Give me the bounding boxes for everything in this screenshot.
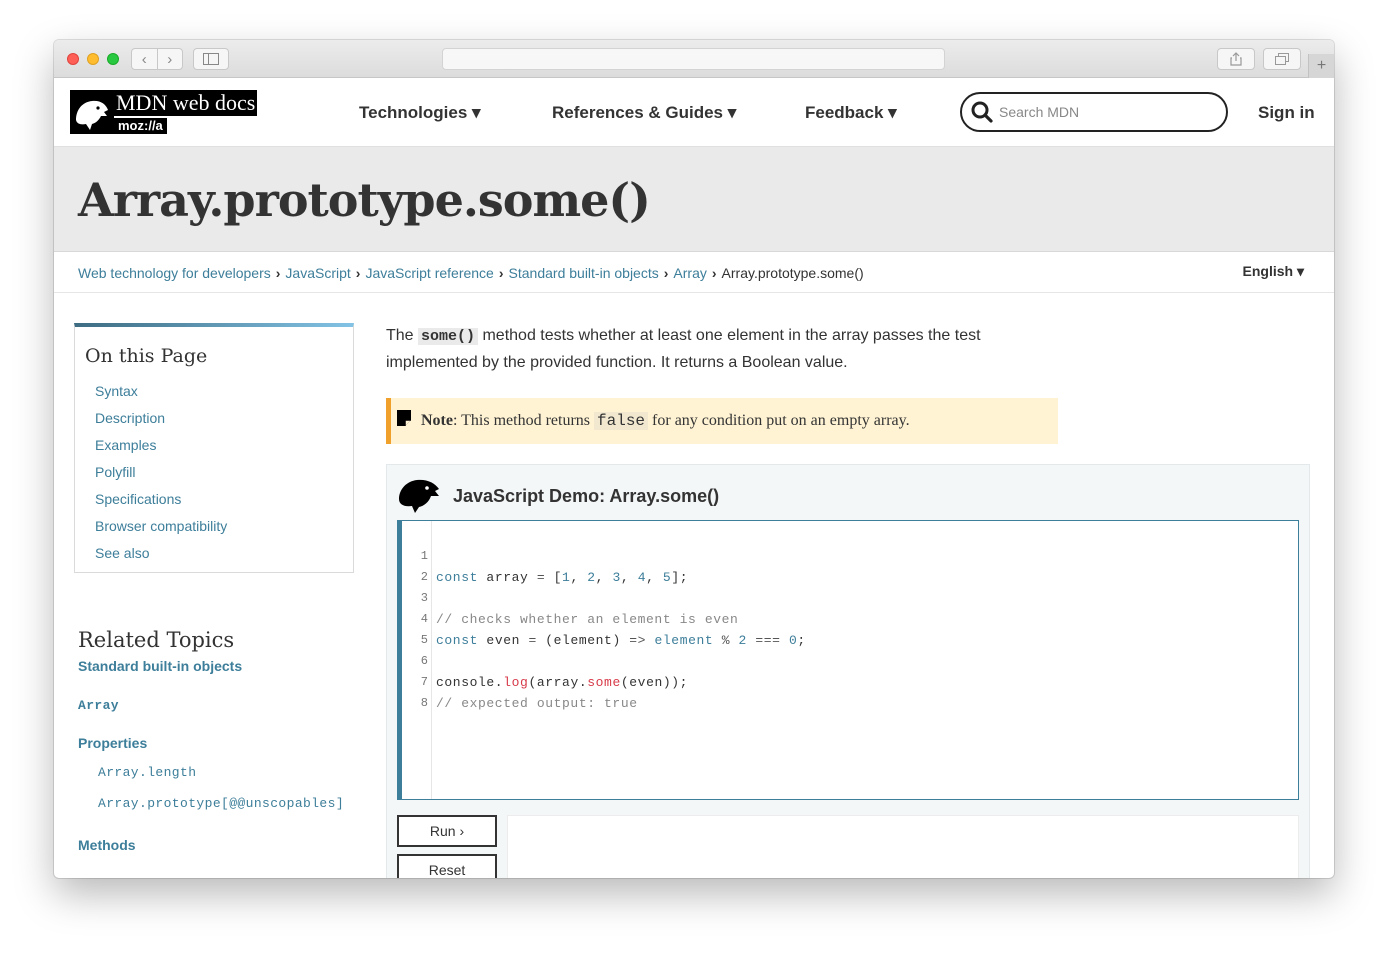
code-line: 4 const even = (element) => element % 2 … (402, 588, 1292, 648)
related-properties-toggle[interactable]: Properties (78, 735, 368, 751)
toc-item-syntax[interactable]: Syntax (95, 383, 138, 399)
code-line: 1 const array = [1, 2, 3, 4, 5]; (402, 525, 1292, 585)
breadcrumb-separator: › (355, 265, 361, 281)
breadcrumb-separator: › (275, 265, 281, 281)
demo-title: JavaScript Demo: Array.some() (453, 486, 720, 506)
note-body: : This method returns (452, 412, 595, 429)
minimize-window-button[interactable] (87, 53, 99, 65)
logo-title: MDN web docs (114, 90, 258, 116)
toc-list: Syntax Description Examples Polyfill Spe… (95, 383, 227, 572)
breadcrumb-array[interactable]: Array (673, 265, 706, 281)
code-editor[interactable]: 1 const array = [1, 2, 3, 4, 5]; 2 3 // … (397, 520, 1299, 800)
toc-item-description[interactable]: Description (95, 410, 165, 426)
breadcrumb-web-technology[interactable]: Web technology for developers (78, 265, 271, 281)
on-this-page-box: On this Page Syntax Description Examples… (74, 323, 354, 573)
site-header: MDN web docs moz://a Technologies ▾ Refe… (54, 78, 1334, 147)
related-topics-heading: Related Topics (78, 628, 235, 652)
breadcrumb-standard-objects[interactable]: Standard built-in objects (509, 265, 659, 281)
line-number: 8 (420, 696, 428, 710)
share-button[interactable] (1217, 48, 1255, 70)
sidebar-toggle-button[interactable] (193, 48, 229, 70)
related-topics: Related Topics Standard built-in objects… (78, 628, 368, 853)
mozilla-wordmark: moz://a (114, 118, 167, 134)
related-array-length-link[interactable]: Array.length (98, 765, 368, 780)
back-icon[interactable]: ‹ (132, 49, 157, 69)
console-output (507, 815, 1299, 878)
related-standard-objects-link[interactable]: Standard built-in objects (78, 658, 368, 674)
toc-item-browser-compatibility[interactable]: Browser compatibility (95, 518, 227, 534)
related-methods-toggle[interactable]: Methods (78, 837, 368, 853)
inline-code-some: some() (418, 328, 479, 345)
note-body: for any condition put on an empty array. (648, 412, 910, 429)
code-line: 3 // checks whether an element is even (402, 567, 1292, 627)
code-line: 6 console.log(array.some(even)); (402, 630, 1292, 690)
toc-item-see-also[interactable]: See also (95, 545, 149, 561)
mdn-logo[interactable]: MDN web docs moz://a (70, 90, 270, 134)
breadcrumb-separator: › (498, 265, 504, 281)
dino-logo-icon (70, 90, 114, 134)
interactive-demo: JavaScript Demo: Array.some() 1 const ar… (386, 464, 1310, 878)
nav-feedback[interactable]: Feedback ▾ (805, 78, 897, 147)
breadcrumb-javascript-reference[interactable]: JavaScript reference (365, 265, 493, 281)
related-unscopables-link[interactable]: Array.prototype[@@unscopables] (98, 796, 368, 811)
toc-item-polyfill[interactable]: Polyfill (95, 464, 135, 480)
related-array-link[interactable]: Array (78, 698, 368, 713)
run-button[interactable]: Run › (397, 815, 497, 847)
close-window-button[interactable] (67, 53, 79, 65)
note-label: Note (421, 412, 453, 429)
toc-item-specifications[interactable]: Specifications (95, 491, 181, 507)
tabs-overview-button[interactable] (1263, 48, 1301, 70)
forward-icon[interactable]: › (156, 49, 183, 69)
nav-references-guides[interactable]: References & Guides ▾ (552, 78, 736, 147)
dino-icon (399, 479, 439, 513)
history-nav: ‹ › (131, 48, 183, 70)
language-selector[interactable]: English ▾ (1243, 263, 1304, 280)
page-title: Array.prototype.some() (78, 173, 651, 227)
breadcrumb-current: Array.prototype.some() (721, 265, 864, 281)
address-bar[interactable] (442, 48, 945, 70)
code-line: 2 (402, 546, 1292, 584)
browser-window: ‹ › + MDN web docs moz://a Technologies … (54, 40, 1334, 878)
breadcrumb-separator: › (711, 265, 717, 281)
sign-in-link[interactable]: Sign in (1258, 78, 1315, 147)
zoom-window-button[interactable] (107, 53, 119, 65)
note-text: Note: This method returns false for any … (421, 412, 910, 430)
code-line: 8 (402, 672, 1292, 710)
browser-toolbar: ‹ › + (54, 40, 1334, 78)
share-icon (1230, 52, 1242, 66)
new-tab-button[interactable]: + (1308, 54, 1334, 78)
breadcrumb-bar: Web technology for developers › JavaScript… (54, 252, 1334, 293)
breadcrumb: Web technology for developers › JavaScript… (78, 265, 864, 281)
toc-heading: On this Page (85, 345, 208, 367)
title-banner: Array.prototype.some() (54, 147, 1334, 252)
intro-text: The (386, 327, 419, 344)
intro-paragraph: The some() method tests whether at least… (386, 323, 1026, 376)
note-callout: Note: This method returns false for any … (386, 398, 1058, 444)
breadcrumb-separator: › (663, 265, 669, 281)
note-icon (397, 410, 411, 426)
tabs-icon (1275, 53, 1289, 65)
search-box (960, 92, 1228, 132)
toc-item-examples[interactable]: Examples (95, 437, 156, 453)
code-line: 7 // expected output: true (402, 651, 1292, 711)
code-line: 5 (402, 609, 1292, 647)
reset-button[interactable]: Reset (397, 854, 497, 878)
nav-technologies[interactable]: Technologies ▾ (359, 78, 481, 147)
sidebar-icon (203, 53, 219, 65)
inline-code-false: false (594, 412, 649, 430)
search-input[interactable] (999, 104, 1209, 120)
breadcrumb-javascript[interactable]: JavaScript (285, 265, 350, 281)
search-icon[interactable] (969, 99, 995, 125)
